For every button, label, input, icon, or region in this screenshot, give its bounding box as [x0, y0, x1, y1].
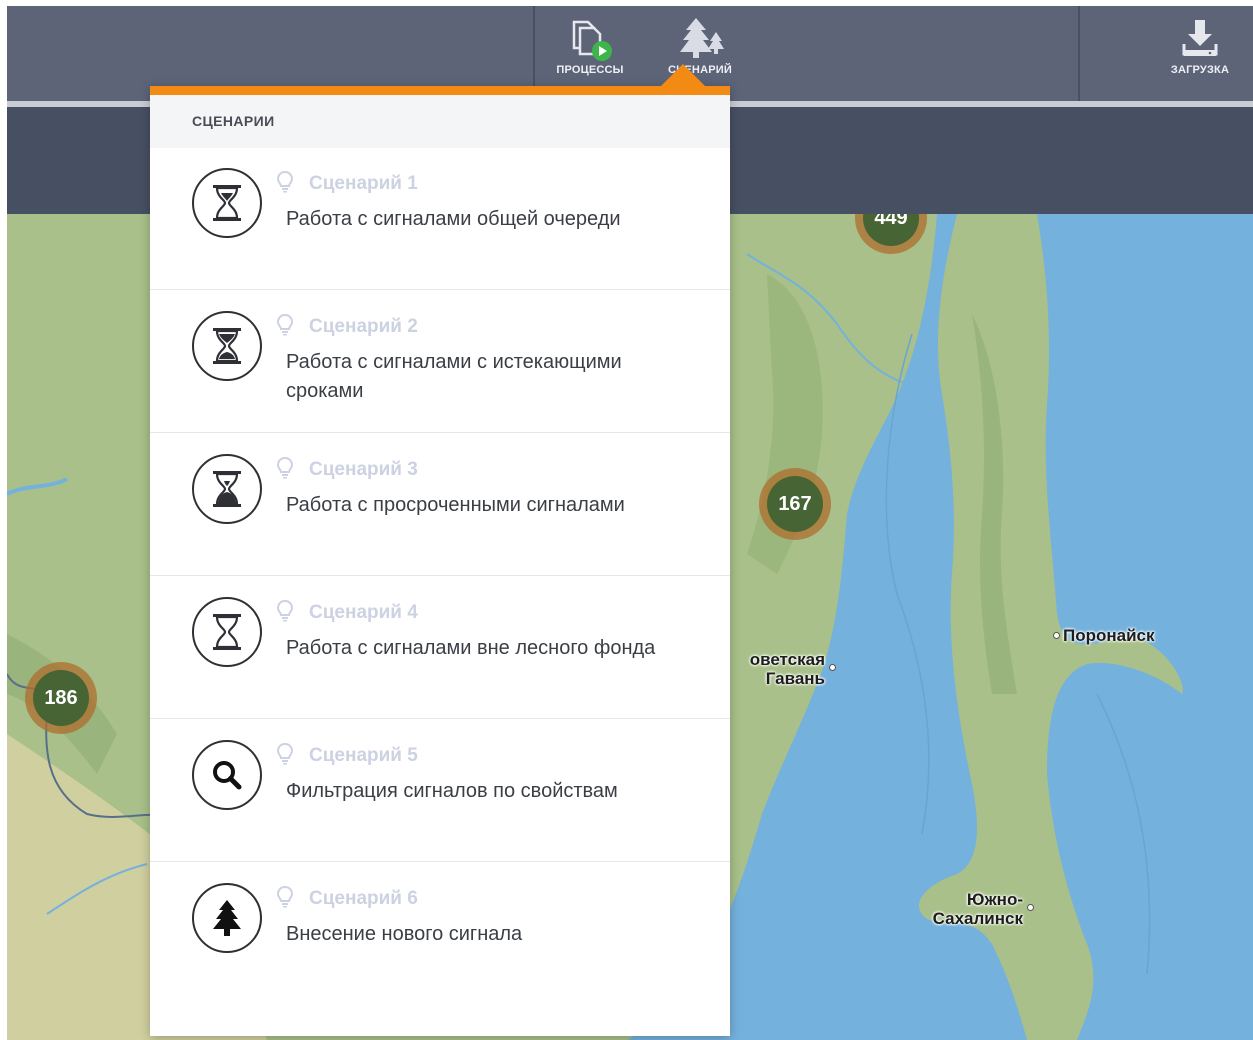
scenario-description: Работа с сигналами с истекающими сроками — [286, 351, 622, 402]
scenario-description: Работа с просроченными сигналами — [286, 494, 625, 516]
lightbulb-icon — [277, 457, 293, 479]
map-cluster-marker[interactable]: 186 — [25, 662, 97, 734]
scenario-item-2[interactable]: Сценарий 2 Работа с сигналами с истекающ… — [150, 291, 730, 433]
download-label: ЗАГРУЗКА — [1170, 64, 1230, 76]
scenario-title: Сценарий 1 — [309, 173, 418, 194]
scenario-description: Работа с сигналами вне лесного фонда — [286, 637, 656, 659]
scenario-title: Сценарий 3 — [309, 459, 418, 480]
scenario-item-3[interactable]: Сценарий 3 Работа с просроченными сигнал… — [150, 434, 730, 576]
map-cluster-marker[interactable]: 167 — [759, 468, 831, 540]
tree-icon — [192, 883, 262, 953]
trees-icon — [680, 18, 724, 58]
scenario-title: Сценарий 2 — [309, 316, 418, 337]
dropdown-pointer — [661, 64, 705, 86]
hourglass-outline-icon — [192, 597, 262, 667]
lightbulb-icon — [277, 314, 293, 336]
processes-button[interactable]: ПРОЦЕССЫ — [540, 14, 640, 76]
scenario-title: Сценарий 4 — [309, 602, 418, 623]
city-dot — [829, 664, 836, 671]
scenario-title: Сценарий 5 — [309, 745, 418, 766]
lightbulb-icon — [277, 171, 293, 193]
scenario-item-6[interactable]: Сценарий 6 Внесение нового сигнала — [150, 863, 730, 1005]
cluster-count: 449 — [863, 214, 919, 246]
processes-label: ПРОЦЕССЫ — [556, 64, 624, 76]
city-label-poronaysk: Поронайск — [1063, 626, 1155, 645]
toolbar-separator — [1078, 6, 1080, 101]
scenario-item-4[interactable]: Сценарий 4 Работа с сигналами вне лесног… — [150, 577, 730, 719]
hourglass-full-icon — [192, 454, 262, 524]
lightbulb-icon — [277, 600, 293, 622]
city-dot — [1053, 632, 1060, 639]
scenario-description: Работа с сигналами общей очереди — [286, 208, 621, 230]
dropdown-header: СЦЕНАРИИ — [150, 95, 730, 148]
hourglass-empty-icon — [192, 168, 262, 238]
scenario-description: Внесение нового сигнала — [286, 923, 523, 945]
city-dot — [1027, 904, 1034, 911]
dropdown-accent-bar — [150, 86, 730, 95]
cluster-count: 167 — [767, 476, 823, 532]
download-icon — [1182, 20, 1218, 56]
lightbulb-icon — [277, 886, 293, 908]
search-icon — [192, 740, 262, 810]
scenario-item-5[interactable]: Сценарий 5 Фильтрация сигналов по свойст… — [150, 720, 730, 862]
documents-play-icon — [572, 20, 612, 61]
cluster-count: 186 — [33, 670, 89, 726]
download-button[interactable]: ЗАГРУЗКА — [1150, 14, 1250, 76]
scenarios-dropdown: СЦЕНАРИИ Сценарий 1 Работа с сигналами о… — [150, 64, 730, 1036]
scenario-title: Сценарий 6 — [309, 888, 418, 909]
city-label-yuzhno-sakhalinsk: Южно- Сахалинск — [932, 890, 1023, 928]
city-label-sovetskaya-gavan: оветская Гавань — [749, 650, 825, 688]
lightbulb-icon — [277, 743, 293, 765]
scenario-description: Фильтрация сигналов по свойствам — [286, 780, 618, 802]
scenario-item-1[interactable]: Сценарий 1 Работа с сигналами общей очер… — [150, 148, 730, 290]
hourglass-half-icon — [192, 311, 262, 381]
